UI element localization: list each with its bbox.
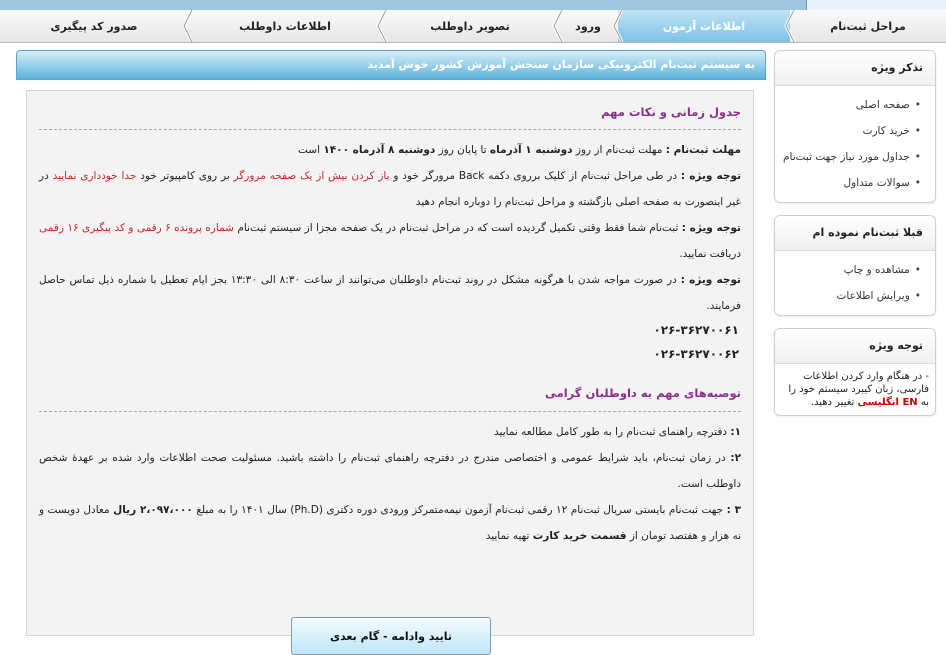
sidebar-box-attention: توجه ویژه - در هنگام وارد کردن اطلاعات ف… (774, 328, 936, 416)
top-strip (0, 0, 946, 10)
recommendation-item: ۱: دفترچه راهنمای ثبت‌نام را به طور کامل… (494, 426, 741, 438)
phone-number: ۰۲۶-۳۶۲۷۰۰۶۲ (653, 347, 739, 361)
step-tabs: مراحل ثبت‌نام اطلاعات آزمون ورود تصویر د… (0, 10, 946, 43)
sidebar-item-faq[interactable]: سوالات متداول (781, 170, 921, 196)
phone-number: ۰۲۶-۳۶۲۷۰۰۶۱ (653, 323, 739, 337)
chevron-separator-icon (376, 10, 388, 42)
tab-label: مراحل ثبت‌نام (830, 19, 906, 33)
sidebar-item-home[interactable]: صفحه اصلی (781, 92, 921, 118)
chevron-separator-icon (552, 10, 564, 42)
main-panel: به سیستم ثبت‌نام الکترونیکی سازمان سنجش … (16, 50, 766, 655)
keyboard-language-note: - در هنگام وارد کردن اطلاعات فارسی، زبان… (788, 371, 929, 408)
tab-label: تصویر داوطلب (430, 19, 510, 33)
section-title-schedule: جدول زمانی و نکات مهم (601, 105, 741, 119)
note-completion: توجه ویژه : ثبت‌نام شما فقط وقتی تکمیل گ… (39, 222, 741, 260)
chevron-separator-icon (784, 10, 796, 42)
sidebar-box-title: توجه ویژه (775, 329, 935, 364)
tab-tracking-code[interactable]: صدور کد پیگیری (0, 10, 188, 42)
deadline-paragraph: مهلت ثبت‌نام : مهلت ثبت‌نام از روز دوشنب… (297, 144, 741, 156)
tab-exam-info[interactable]: اطلاعات آزمون (612, 10, 790, 42)
chevron-separator-icon (612, 10, 624, 42)
sidebar-item-tables[interactable]: جداول مورد نیاز جهت ثبت‌نام (781, 144, 921, 170)
note-support: توجه ویژه : در صورت مواجه شدن با هرگونه … (39, 274, 742, 312)
tab-label: اطلاعات داوطلب (239, 19, 331, 33)
sidebar-box-special-notice: تذکر ویژه صفحه اصلی خرید کارت جداول مورد… (774, 50, 936, 203)
sidebar-box-title: تذکر ویژه (775, 51, 935, 86)
sidebar-box-title: قبلا ثبت‌نام نموده ام (775, 216, 935, 251)
chevron-separator-icon (182, 10, 194, 42)
divider (39, 129, 741, 130)
recommendation-item: ۲: در زمان ثبت‌نام، باید شرایط عمومی و ا… (39, 452, 741, 490)
content-box: جدول زمانی و نکات مهم مهلت ثبت‌نام : مهل… (26, 90, 754, 655)
note-back-button: توجه ویژه : در طی مراحل ثبت‌نام از کلیک … (39, 170, 742, 208)
sidebar-menu: مشاهده و چاپ ویرایش اطلاعات (775, 251, 935, 315)
logo (806, 0, 946, 10)
sidebar-item-buy-card[interactable]: خرید کارت (781, 118, 921, 144)
tab-applicant-photo[interactable]: تصویر داوطلب (376, 10, 558, 42)
tab-registration-steps[interactable]: مراحل ثبت‌نام (784, 10, 946, 42)
sidebar-item-edit-info[interactable]: ویرایش اطلاعات (781, 283, 921, 309)
tab-applicant-info[interactable]: اطلاعات داوطلب (182, 10, 382, 42)
sidebar-box-already-registered: قبلا ثبت‌نام نموده ام مشاهده و چاپ ویرای… (774, 215, 936, 316)
welcome-banner: به سیستم ثبت‌نام الکترونیکی سازمان سنجش … (16, 50, 766, 80)
tab-label: صدور کد پیگیری (50, 19, 138, 33)
sidebar-menu: صفحه اصلی خرید کارت جداول مورد نیاز جهت … (775, 86, 935, 202)
confirm-next-step-button[interactable]: تایید وادامه - گام بعدی (291, 617, 491, 655)
sidebar: تذکر ویژه صفحه اصلی خرید کارت جداول مورد… (774, 50, 936, 428)
recommendation-item: ۳ : جهت ثبت‌نام بایستی سریال ثبت‌نام ۱۲ … (39, 504, 742, 542)
buy-card-link[interactable]: قسمت خرید کارت (533, 530, 627, 542)
tab-login[interactable]: ورود (552, 10, 618, 42)
divider (39, 411, 741, 412)
english-highlight: EN انگلیسی (857, 397, 918, 408)
section-title-recommendations: توصیه‌های مهم به داوطلبان گرامی (544, 386, 741, 400)
sidebar-item-view-print[interactable]: مشاهده و چاپ (781, 257, 921, 283)
tab-label: ورود (575, 19, 601, 33)
tab-label: اطلاعات آزمون (662, 19, 746, 33)
